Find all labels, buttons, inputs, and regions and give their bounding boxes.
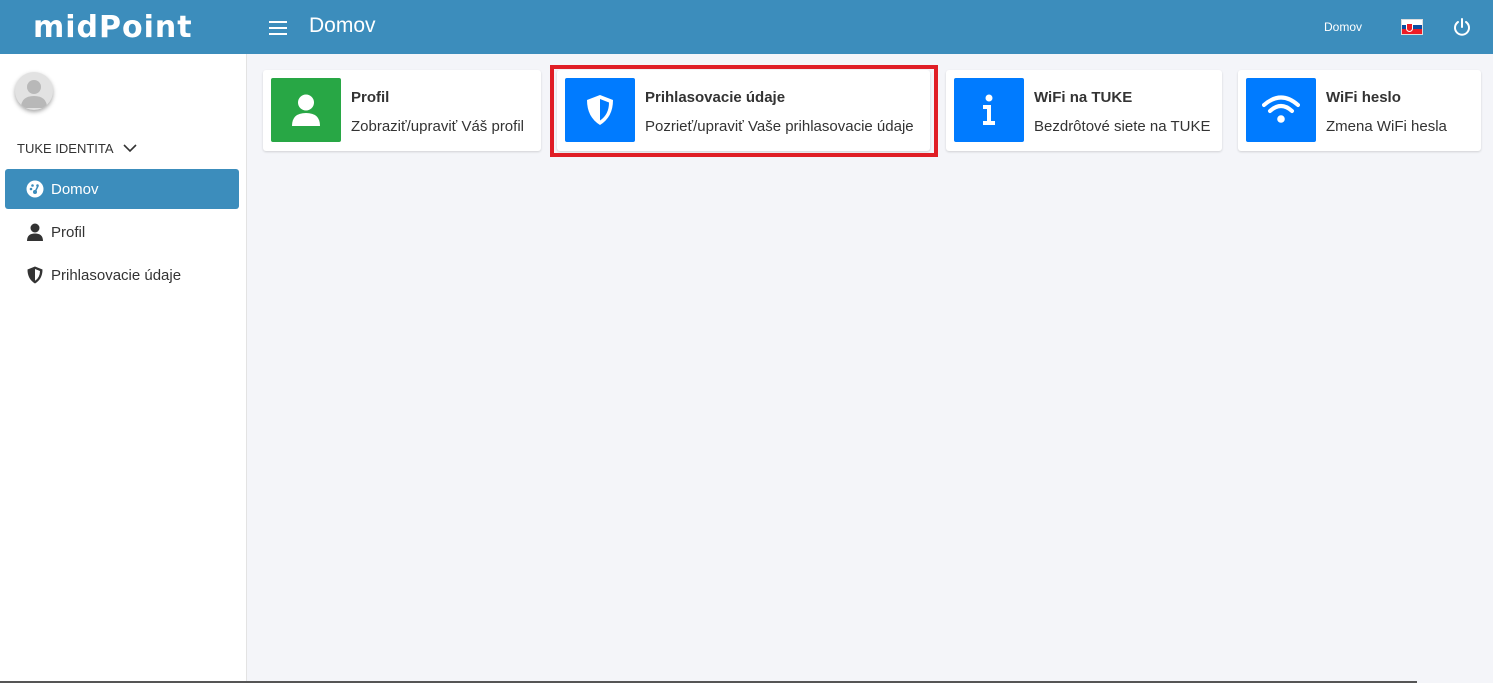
- shield-icon: [25, 265, 45, 285]
- card-title: Profil: [351, 89, 390, 106]
- user-avatar-icon[interactable]: [15, 72, 53, 110]
- top-navbar: midPoint Domov Domov: [0, 0, 1493, 54]
- card-profil[interactable]: Profil Zobraziť/upraviť Váš profil: [263, 70, 541, 151]
- card-description: Zobraziť/upraviť Váš profil: [351, 118, 524, 135]
- sidebar-item-prihlasovacie-udaje[interactable]: Prihlasovacie údaje: [5, 255, 239, 295]
- wifi-icon: [1246, 78, 1316, 142]
- power-icon[interactable]: [1452, 17, 1472, 37]
- sidebar-section-title: TUKE IDENTITA: [17, 141, 114, 156]
- sidebar-item-profil[interactable]: Profil: [5, 212, 239, 252]
- dashboard-icon: [25, 179, 45, 199]
- slovakia-flag-icon[interactable]: [1401, 19, 1423, 35]
- card-title: WiFi heslo: [1326, 89, 1401, 106]
- highlight-box: [550, 65, 938, 157]
- page-title: Domov: [309, 14, 376, 37]
- logo-text: midPoint: [33, 9, 193, 45]
- chevron-down-icon: [122, 144, 137, 153]
- user-icon: [25, 222, 45, 242]
- card-description: Zmena WiFi hesla: [1326, 118, 1447, 135]
- card-wifi-na-tuke[interactable]: WiFi na TUKE Bezdrôtové siete na TUKE: [946, 70, 1222, 151]
- sidebar-item-label: Domov: [51, 180, 99, 198]
- sidebar-section-header[interactable]: TUKE IDENTITA: [17, 141, 137, 156]
- card-wifi-heslo[interactable]: WiFi heslo Zmena WiFi hesla: [1238, 70, 1481, 151]
- card-title: WiFi na TUKE: [1034, 89, 1133, 106]
- sidebar-item-label: Profil: [51, 223, 86, 241]
- sidebar-item-domov[interactable]: Domov: [5, 169, 239, 209]
- sidebar: TUKE IDENTITA Domov Profil Prihlasovacie…: [0, 54, 247, 683]
- user-icon: [271, 78, 341, 142]
- midpoint-logo[interactable]: midPoint: [0, 0, 247, 54]
- sidebar-item-label: Prihlasovacie údaje: [51, 266, 182, 284]
- breadcrumb[interactable]: Domov: [1324, 20, 1362, 34]
- info-icon: [954, 78, 1024, 142]
- card-description: Bezdrôtové siete na TUKE: [1034, 118, 1211, 135]
- sidebar-toggle-button[interactable]: [269, 17, 287, 37]
